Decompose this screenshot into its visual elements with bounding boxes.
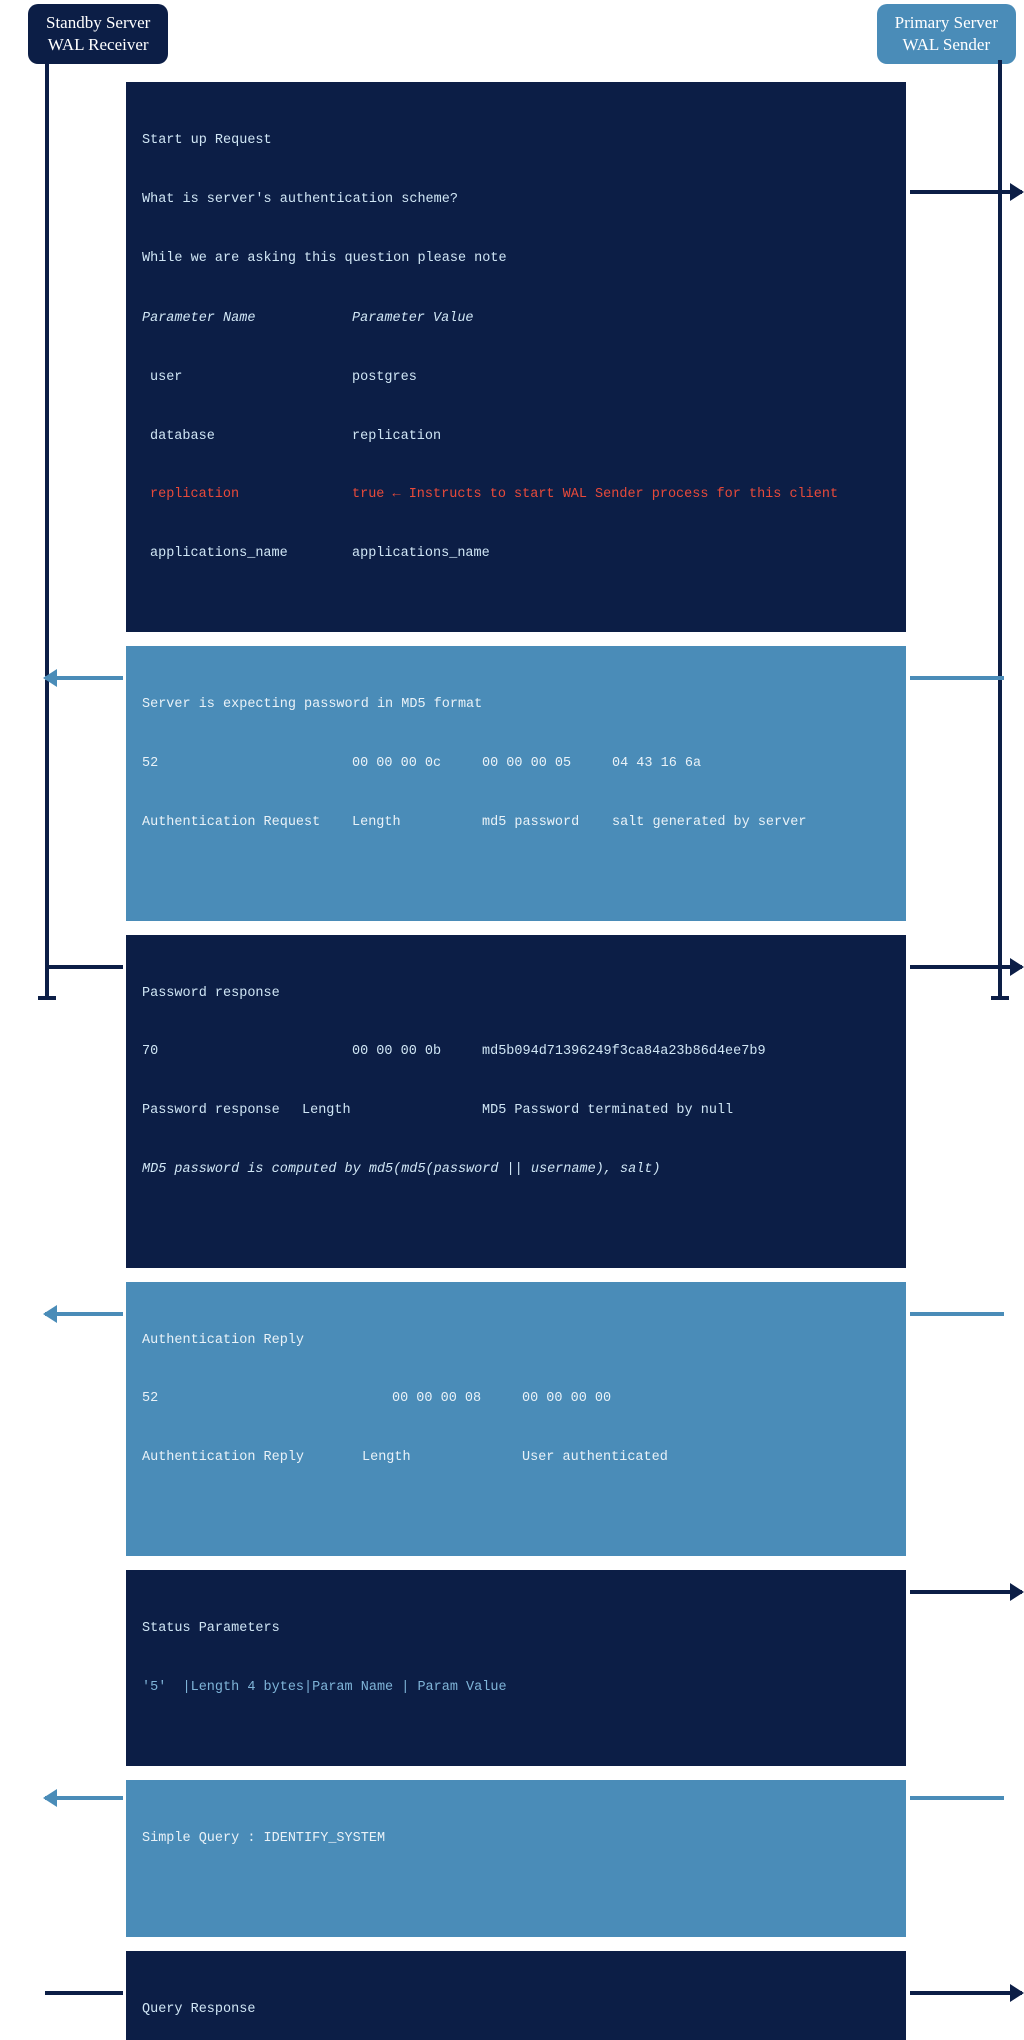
text-line: '5' |Length 4 bytes|Param Name | Param V…: [142, 1678, 890, 1698]
text-line: Status Parameters: [142, 1619, 890, 1639]
standby-line2: WAL Receiver: [46, 34, 150, 56]
primary-lifeline: [998, 60, 1002, 996]
text-line: While we are asking this question please…: [142, 249, 890, 269]
desc: Length: [302, 1101, 482, 1121]
text-line: Server is expecting password in MD5 form…: [142, 695, 890, 715]
text-line: Query Response: [142, 2000, 890, 2020]
param-name-header: Parameter Name: [142, 309, 352, 329]
desc: Length: [362, 1448, 522, 1468]
param-name: database: [142, 427, 352, 447]
param-name: replication: [142, 485, 352, 505]
desc: Password response: [142, 1101, 302, 1121]
text-line: Simple Query : IDENTIFY_SYSTEM: [142, 1829, 890, 1849]
param-value-header: Parameter Value: [352, 309, 474, 329]
msg-query-response-identify: Query Response WAL Receiver verifies tha…: [126, 1951, 906, 2040]
desc: Authentication Request: [142, 813, 352, 833]
arrow-right-icon: [910, 190, 1022, 194]
param-value: replication: [352, 427, 441, 447]
text-line: Password response: [142, 984, 890, 1004]
desc: salt generated by server: [612, 813, 806, 833]
desc: User authenticated: [522, 1448, 668, 1468]
text-line: Start up Request: [142, 131, 890, 151]
hex: 00 00 00 0b: [352, 1042, 482, 1062]
arrow-right-icon: [910, 1991, 1022, 1995]
hex: 04 43 16 6a: [612, 754, 701, 774]
param-name: applications_name: [142, 544, 352, 564]
hex: 00 00 00 00: [522, 1389, 611, 1409]
msg-identify-system: Simple Query : IDENTIFY_SYSTEM: [126, 1780, 906, 1937]
arrow-right-icon: [910, 1590, 1022, 1594]
hex: 70: [142, 1042, 352, 1062]
desc: Length: [352, 813, 482, 833]
connector-left: [45, 965, 123, 969]
param-value: true ← Instructs to start WAL Sender pro…: [352, 485, 838, 505]
connector-left: [45, 1991, 123, 1995]
connector-right: [910, 1796, 1004, 1800]
text-line: Authentication Reply: [142, 1331, 890, 1351]
primary-lifeline-cap: [991, 996, 1009, 1000]
primary-line2: WAL Sender: [895, 34, 998, 56]
param-name: user: [142, 368, 352, 388]
hex: 52: [142, 1389, 392, 1409]
desc: Authentication Reply: [142, 1448, 362, 1468]
text-line: What is server's authentication scheme?: [142, 190, 890, 210]
hex: 52: [142, 754, 352, 774]
msg-startup-request: Start up Request What is server's authen…: [126, 82, 906, 632]
hex: 00 00 00 08: [392, 1389, 522, 1409]
standby-lifeline: [45, 60, 49, 996]
connector-right: [910, 1312, 1004, 1316]
connector-right: [910, 676, 1004, 680]
hex: md5b094d71396249f3ca84a23b86d4ee7b9: [482, 1042, 766, 1062]
desc: MD5 Password terminated by null: [482, 1101, 733, 1121]
hex: 00 00 00 0c: [352, 754, 482, 774]
standby-line1: Standby Server: [46, 12, 150, 34]
msg-status-parameters: Status Parameters '5' |Length 4 bytes|Pa…: [126, 1570, 906, 1766]
standby-header: Standby Server WAL Receiver: [28, 4, 168, 64]
arrow-left-icon: [45, 1796, 123, 1800]
desc: md5 password: [482, 813, 612, 833]
message-sequence: Start up Request What is server's authen…: [126, 82, 906, 2040]
param-value: postgres: [352, 368, 417, 388]
msg-auth-reply: Authentication Reply 52 00 00 00 08 00 0…: [126, 1282, 906, 1556]
hex: 00 00 00 05: [482, 754, 612, 774]
param-value: applications_name: [352, 544, 490, 564]
msg-password-response: Password response 70 00 00 00 0b md5b094…: [126, 935, 906, 1268]
primary-header: Primary Server WAL Sender: [877, 4, 1016, 64]
msg-auth-request: Server is expecting password in MD5 form…: [126, 646, 906, 920]
note: MD5 password is computed by md5(md5(pass…: [142, 1160, 890, 1180]
arrow-left-icon: [45, 676, 123, 680]
arrow-left-icon: [45, 1312, 123, 1316]
arrow-right-icon: [910, 965, 1022, 969]
primary-line1: Primary Server: [895, 12, 998, 34]
standby-lifeline-cap: [38, 996, 56, 1000]
